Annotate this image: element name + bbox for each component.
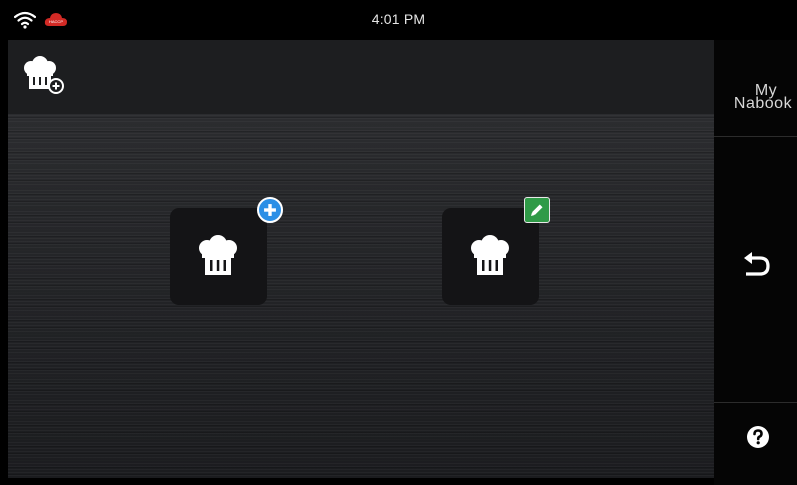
status-time: 4:01 PM — [371, 11, 426, 27]
main-panel — [8, 40, 714, 478]
help-icon[interactable] — [746, 425, 770, 449]
status-bar: HACCP 4:01 PM — [0, 0, 797, 40]
add-chef-profile-tile[interactable] — [170, 208, 267, 305]
sidebar: My Nabook — [714, 40, 797, 485]
chef-hat-icon — [471, 235, 509, 275]
logo-line-2: Nabook — [733, 95, 793, 112]
sidebar-divider — [714, 136, 797, 137]
plus-icon[interactable] — [257, 197, 283, 223]
chef-hat-icon — [199, 235, 237, 275]
toolbar — [8, 40, 714, 115]
pencil-icon[interactable] — [524, 197, 550, 223]
chef-hat-add-icon[interactable] — [22, 56, 70, 98]
sidebar-divider — [714, 402, 797, 403]
back-arrow-icon[interactable] — [741, 250, 771, 278]
mynabook-logo[interactable]: My Nabook — [718, 83, 797, 112]
